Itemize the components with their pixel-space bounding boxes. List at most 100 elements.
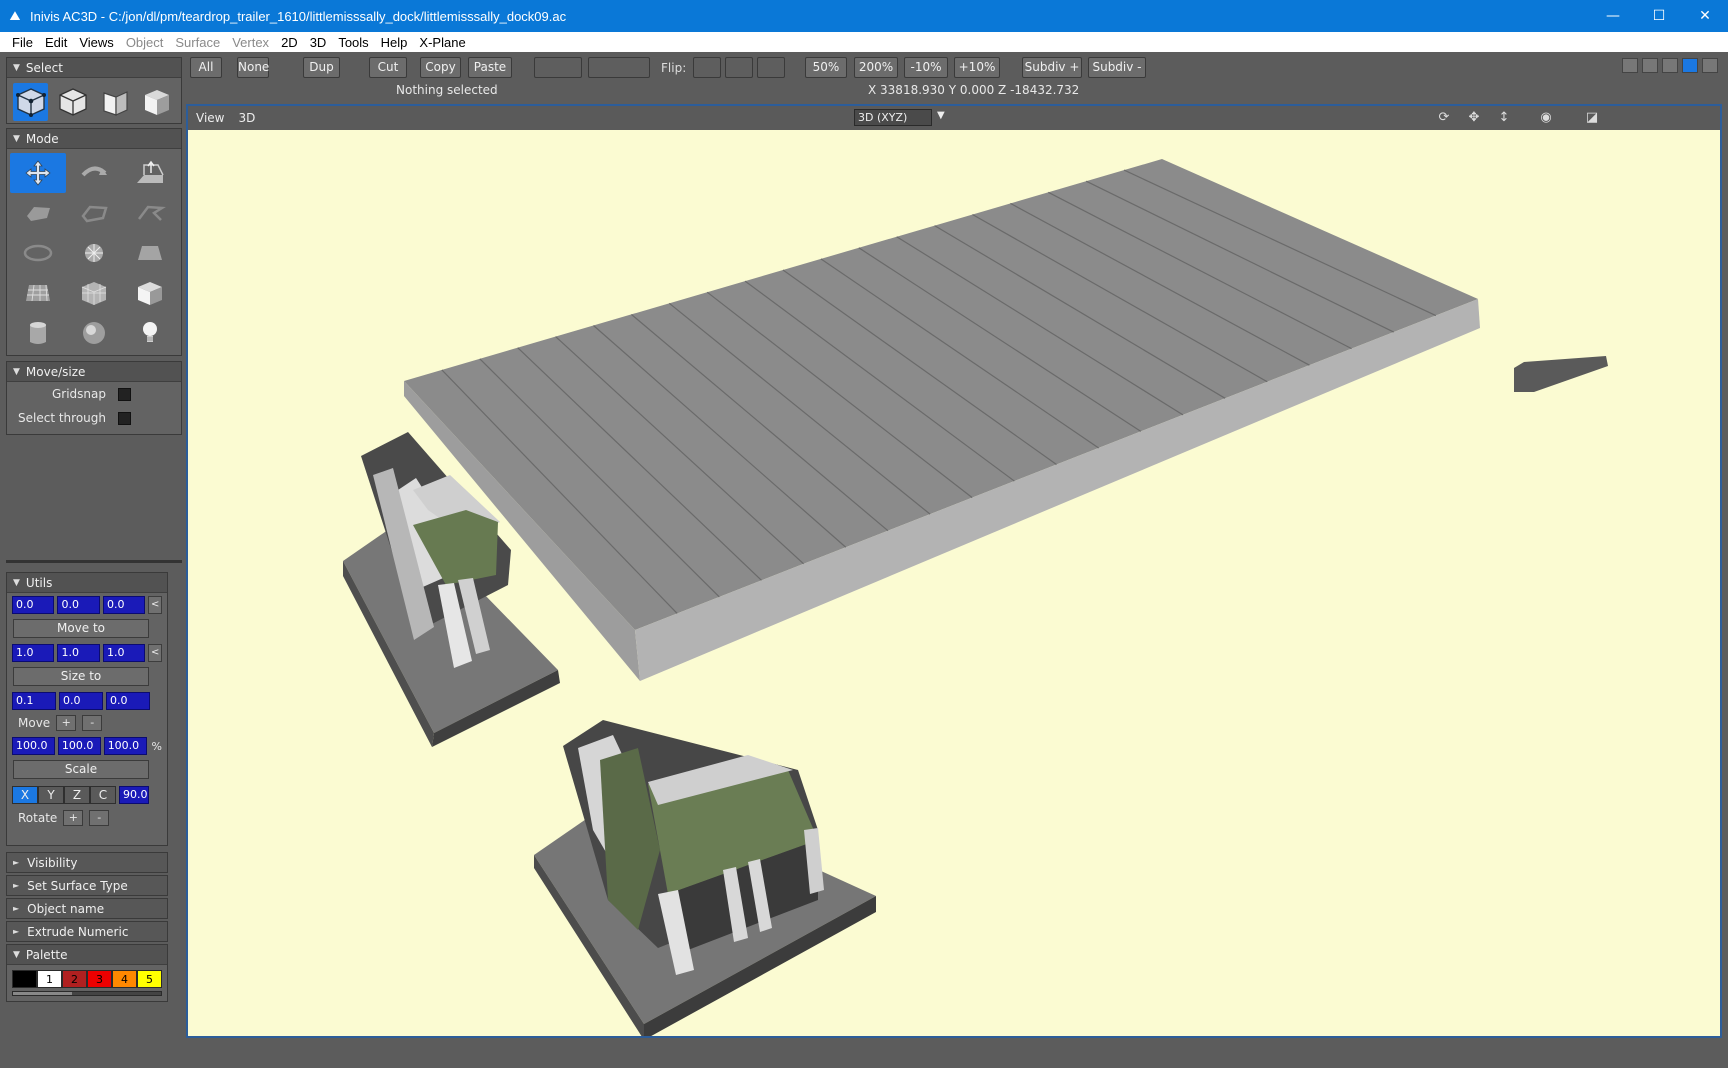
mode-sphere-button[interactable] xyxy=(66,313,122,353)
palette-swatch-4[interactable]: 4 xyxy=(112,970,137,988)
layout-split-h-icon[interactable] xyxy=(1642,58,1658,73)
select-vertices-button[interactable] xyxy=(13,83,49,121)
copy-button[interactable]: Copy xyxy=(420,57,461,78)
viewport-3d-menu[interactable]: 3D xyxy=(238,111,255,125)
rotate-angle-field[interactable]: 90.0 xyxy=(119,786,149,804)
select-through-checkbox[interactable] xyxy=(118,411,131,425)
mode-line-button[interactable] xyxy=(122,193,178,233)
move-to-button[interactable]: Move to xyxy=(13,619,149,638)
scale-z-field[interactable]: 100.0 xyxy=(103,737,147,755)
palette-swatch-5[interactable]: 5 xyxy=(137,970,162,988)
zoom-plus-10-button[interactable]: +10% xyxy=(954,57,1000,78)
mode-polygon-button[interactable] xyxy=(10,193,66,233)
get-position-button[interactable]: < xyxy=(148,596,162,614)
step-y-field[interactable]: 0.0 xyxy=(59,692,103,710)
scale-x-field[interactable]: 100.0 xyxy=(12,737,55,755)
palette-scrollbar[interactable] xyxy=(12,991,162,996)
mode-panel-header[interactable]: ▼ Mode xyxy=(7,129,181,149)
flip-y-button[interactable] xyxy=(725,57,753,78)
rotate-plus-button[interactable]: + xyxy=(63,810,84,826)
step-x-field[interactable]: 0.1 xyxy=(12,692,56,710)
layout-single-icon[interactable] xyxy=(1622,58,1638,73)
rotate-view-icon[interactable]: ⟳ xyxy=(1434,109,1454,127)
select-surfaces-button[interactable] xyxy=(98,83,133,121)
menu-surface[interactable]: Surface xyxy=(169,35,226,50)
minimize-button[interactable]: — xyxy=(1590,0,1636,32)
mode-rectangle-button[interactable] xyxy=(122,233,178,273)
dock-3d-model[interactable] xyxy=(188,130,1720,1036)
menu-tools[interactable]: Tools xyxy=(332,35,374,50)
set-surface-type-section[interactable]: ► Set Surface Type xyxy=(6,875,168,896)
viewport-view-menu[interactable]: View xyxy=(196,111,224,125)
mode-cube-button[interactable] xyxy=(122,273,178,313)
maximize-view-icon[interactable]: ◪ xyxy=(1582,109,1602,127)
object-name-section[interactable]: ► Object name xyxy=(6,898,168,919)
mode-mesh-button[interactable] xyxy=(10,273,66,313)
select-none-button[interactable]: None xyxy=(237,57,269,78)
position-z-field[interactable]: 0.0 xyxy=(102,596,146,614)
zoom-50-button[interactable]: 50% xyxy=(805,57,847,78)
get-size-button[interactable]: < xyxy=(148,644,162,662)
select-groups-button[interactable] xyxy=(140,83,175,121)
mode-cylinder-button[interactable] xyxy=(10,313,66,353)
cut-button[interactable]: Cut xyxy=(369,57,407,78)
move-plus-button[interactable]: + xyxy=(56,715,77,731)
menu-2d[interactable]: 2D xyxy=(275,35,304,50)
mode-box-button[interactable] xyxy=(66,273,122,313)
rotate-minus-button[interactable]: - xyxy=(89,810,110,826)
mode-rotate-button[interactable] xyxy=(66,153,122,193)
scale-y-field[interactable]: 100.0 xyxy=(57,737,101,755)
menu-edit[interactable]: Edit xyxy=(39,35,73,50)
subdiv-minus-button[interactable]: Subdiv - xyxy=(1088,57,1146,78)
toolbar-blank-button-2[interactable] xyxy=(588,57,650,78)
menu-vertex[interactable]: Vertex xyxy=(226,35,275,50)
layout-quad-icon[interactable] xyxy=(1702,58,1718,73)
select-all-button[interactable]: All xyxy=(190,57,222,78)
size-y-field[interactable]: 1.0 xyxy=(57,644,100,662)
axis-c-button[interactable]: C xyxy=(90,786,116,804)
zoom-200-button[interactable]: 200% xyxy=(854,57,898,78)
mode-ellipse-button[interactable] xyxy=(10,233,66,273)
zoom-view-icon[interactable]: ↕ xyxy=(1494,109,1514,127)
panel-separator[interactable] xyxy=(6,560,182,563)
palette-swatch-0[interactable] xyxy=(12,970,37,988)
menu-file[interactable]: File xyxy=(6,35,39,50)
position-x-field[interactable]: 0.0 xyxy=(12,596,55,614)
size-z-field[interactable]: 1.0 xyxy=(102,644,146,662)
axis-x-button[interactable]: X xyxy=(12,786,38,804)
paste-button[interactable]: Paste xyxy=(468,57,512,78)
projection-select[interactable]: 3D (XYZ) xyxy=(854,109,932,126)
visibility-section[interactable]: ► Visibility xyxy=(6,852,168,873)
chevron-down-icon[interactable]: ▼ xyxy=(937,110,945,121)
size-x-field[interactable]: 1.0 xyxy=(12,644,55,662)
layout-split-v-icon[interactable] xyxy=(1662,58,1678,73)
mode-extrude-button[interactable] xyxy=(122,153,178,193)
eye-icon[interactable]: ◉ xyxy=(1536,109,1556,127)
maximize-button[interactable]: ☐ xyxy=(1636,0,1682,32)
menu-xplane[interactable]: X-Plane xyxy=(413,35,471,50)
utils-panel-header[interactable]: ▼ Utils xyxy=(7,573,167,593)
mode-circle-button[interactable] xyxy=(66,233,122,273)
move-minus-button[interactable]: - xyxy=(82,715,103,731)
duplicate-button[interactable]: Dup xyxy=(303,57,340,78)
close-button[interactable]: ✕ xyxy=(1682,0,1728,32)
size-to-button[interactable]: Size to xyxy=(13,667,149,686)
palette-panel-header[interactable]: ▼ Palette xyxy=(7,945,167,965)
axis-z-button[interactable]: Z xyxy=(64,786,90,804)
flip-x-button[interactable] xyxy=(693,57,721,78)
mode-move-button[interactable] xyxy=(10,153,66,193)
mode-light-button[interactable] xyxy=(122,313,178,353)
menu-help[interactable]: Help xyxy=(375,35,414,50)
gridsnap-checkbox[interactable] xyxy=(118,387,131,401)
position-y-field[interactable]: 0.0 xyxy=(57,596,100,614)
menu-3d[interactable]: 3D xyxy=(304,35,333,50)
menu-object[interactable]: Object xyxy=(120,35,170,50)
palette-swatch-1[interactable]: 1 xyxy=(37,970,62,988)
step-z-field[interactable]: 0.0 xyxy=(106,692,150,710)
subdiv-plus-button[interactable]: Subdiv + xyxy=(1022,57,1082,78)
palette-swatch-2[interactable]: 2 xyxy=(62,970,87,988)
toolbar-blank-button-1[interactable] xyxy=(534,57,582,78)
palette-swatch-3[interactable]: 3 xyxy=(87,970,112,988)
pan-view-icon[interactable]: ✥ xyxy=(1464,109,1484,127)
extrude-numeric-section[interactable]: ► Extrude Numeric xyxy=(6,921,168,942)
